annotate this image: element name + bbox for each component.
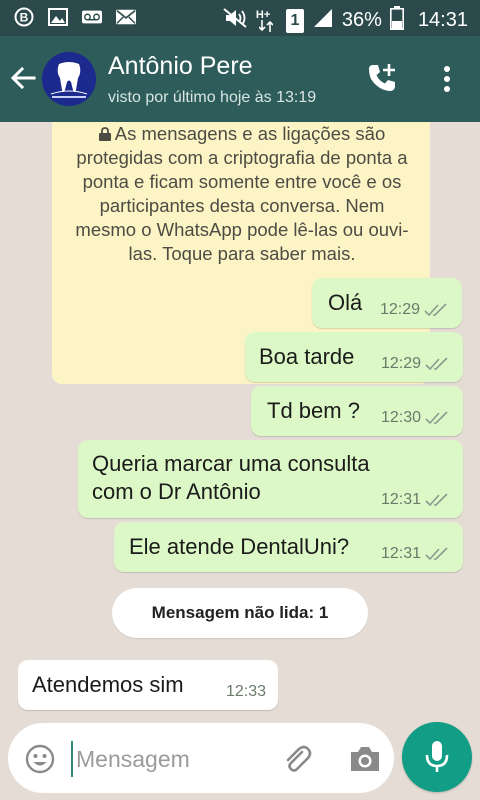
contact-name[interactable]: Antônio Pere	[108, 52, 253, 81]
read-ticks-icon	[425, 547, 448, 561]
more-vertical-icon[interactable]	[438, 64, 456, 94]
status-bar: B H+ 1 36% 14:31	[0, 0, 480, 36]
lock-icon	[98, 127, 111, 141]
encryption-notice-text: As mensagens e as ligações são protegida…	[75, 123, 409, 264]
message-time: 12:33	[225, 683, 266, 700]
mute-icon	[222, 7, 248, 34]
battery-icon	[389, 6, 404, 35]
message-text: com o Dr Antônio	[92, 479, 261, 504]
read-ticks-icon	[425, 357, 448, 371]
message-text: Boa tarde	[259, 344, 355, 369]
battery-percent: 36%	[341, 9, 382, 31]
message-time: 12:31	[380, 545, 421, 562]
message-time: 12:30	[380, 409, 421, 426]
message-bubble-outgoing[interactable]: Boa tarde 12:29	[245, 332, 463, 382]
clock: 14:31	[417, 9, 468, 31]
message-bubble-outgoing[interactable]: Ele atende DentalUni? 12:31	[114, 522, 463, 572]
message-composer	[8, 723, 394, 793]
message-time: 12:29	[380, 355, 421, 372]
mic-icon	[425, 741, 449, 772]
back-arrow-icon[interactable]	[8, 62, 40, 94]
message-time: 12:31	[380, 491, 421, 508]
message-bubble-outgoing[interactable]: Td bem ? 12:30	[251, 386, 463, 436]
read-ticks-icon	[425, 493, 448, 507]
add-call-icon[interactable]	[366, 62, 398, 94]
signal-icon	[312, 7, 334, 34]
message-input[interactable]	[76, 741, 266, 777]
message-text: Queria marcar uma consulta	[92, 451, 370, 476]
emoji-icon[interactable]	[24, 743, 56, 775]
message-time: 12:29	[379, 301, 420, 318]
chat-area[interactable]: As mensagens e as ligações são protegida…	[0, 122, 480, 714]
avatar[interactable]	[42, 52, 96, 106]
image-icon	[48, 7, 68, 27]
read-ticks-icon	[424, 303, 447, 317]
message-text: Ele atende DentalUni?	[129, 534, 350, 559]
read-ticks-icon	[425, 411, 448, 425]
svg-text:B: B	[20, 11, 29, 25]
attach-icon[interactable]	[280, 742, 314, 776]
message-text: Olá	[328, 290, 363, 315]
mail-icon	[116, 7, 136, 27]
sim1-icon: 1	[285, 8, 304, 33]
voicemail-icon	[82, 7, 102, 27]
message-bubble-outgoing[interactable]: Olá 12:29	[312, 278, 462, 328]
message-bubble-outgoing[interactable]: Queria marcar uma consulta com o Dr Antô…	[78, 440, 463, 518]
b-badge-icon: B	[14, 7, 34, 27]
conversation-header: Antônio Pere visto por último hoje às 13…	[0, 36, 480, 122]
camera-icon[interactable]	[348, 743, 382, 775]
text-cursor	[71, 741, 73, 777]
message-text: Atendemos sim	[32, 672, 184, 697]
message-bubble-incoming[interactable]: Atendemos sim 12:33	[18, 660, 278, 710]
hplus-icon: H+	[256, 9, 278, 33]
unread-divider: Mensagem não lida: 1	[112, 588, 368, 638]
last-seen-status: visto por último hoje às 13:19	[108, 89, 317, 106]
message-text: Td bem ?	[267, 398, 360, 423]
mic-button[interactable]	[402, 722, 472, 792]
